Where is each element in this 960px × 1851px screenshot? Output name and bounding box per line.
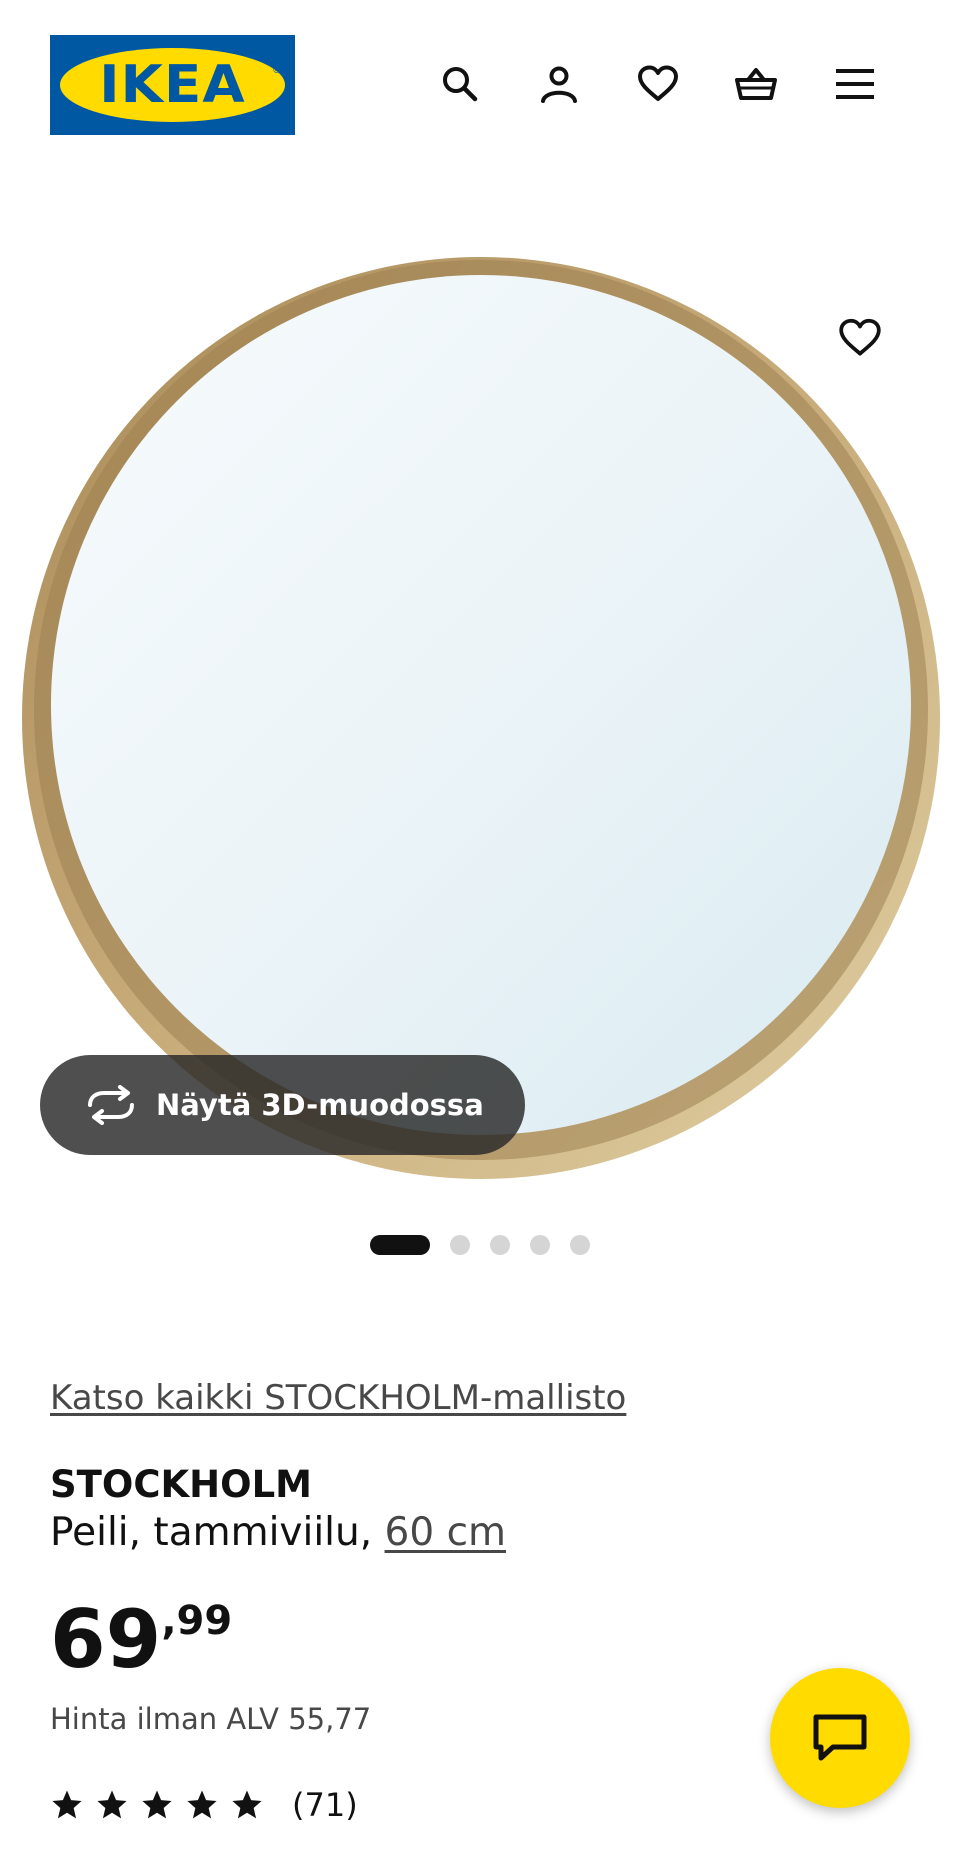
image-carousel-indicator xyxy=(0,1235,960,1255)
carousel-dot-3[interactable] xyxy=(490,1235,510,1255)
star-icon xyxy=(232,1790,262,1819)
product-image-mirror[interactable] xyxy=(0,220,960,1200)
price-without-vat: Hinta ilman ALV 55,77 xyxy=(50,1702,372,1736)
view-3d-label: Näytä 3D-muodossa xyxy=(156,1088,484,1122)
account-icon[interactable] xyxy=(532,57,586,111)
heart-icon[interactable] xyxy=(631,57,685,111)
price-decimal: ,99 xyxy=(161,1598,233,1644)
carousel-dot-5[interactable] xyxy=(570,1235,590,1255)
product-type: Peili, tammiviilu, xyxy=(50,1510,373,1555)
star-icon xyxy=(142,1790,172,1819)
basket-icon[interactable] xyxy=(729,57,783,111)
product-name: STOCKHOLM xyxy=(50,1463,312,1506)
carousel-dot-2[interactable] xyxy=(450,1235,470,1255)
carousel-dot-4[interactable] xyxy=(530,1235,550,1255)
chat-icon xyxy=(813,1714,867,1761)
ikea-logo[interactable]: IKEA ® xyxy=(50,35,295,135)
price-integer: 69 xyxy=(50,1593,162,1686)
carousel-dot-1[interactable] xyxy=(370,1235,430,1255)
menu-icon[interactable] xyxy=(828,57,882,111)
collection-link[interactable]: Katso kaikki STOCKHOLM-mallisto xyxy=(50,1378,626,1418)
chat-button[interactable] xyxy=(770,1668,910,1808)
star-icon xyxy=(97,1790,127,1819)
product-size-link[interactable]: 60 cm xyxy=(385,1510,506,1555)
logo-text: IKEA xyxy=(99,55,246,115)
header: IKEA ® xyxy=(0,0,960,170)
rotate-3d-icon xyxy=(84,1085,138,1125)
registered-mark: ® xyxy=(272,65,282,76)
product-description: Peili, tammiviilu, 60 cm xyxy=(50,1510,506,1555)
star-icon xyxy=(187,1790,217,1819)
view-3d-button[interactable]: Näytä 3D-muodossa xyxy=(40,1055,525,1155)
star-icon xyxy=(52,1790,82,1819)
save-to-favorites-icon[interactable] xyxy=(830,308,890,368)
product-price: 69,99 xyxy=(50,1598,233,1680)
rating-summary[interactable]: (71) xyxy=(50,1785,358,1825)
search-icon[interactable] xyxy=(433,57,487,111)
review-count: (71) xyxy=(292,1786,358,1824)
